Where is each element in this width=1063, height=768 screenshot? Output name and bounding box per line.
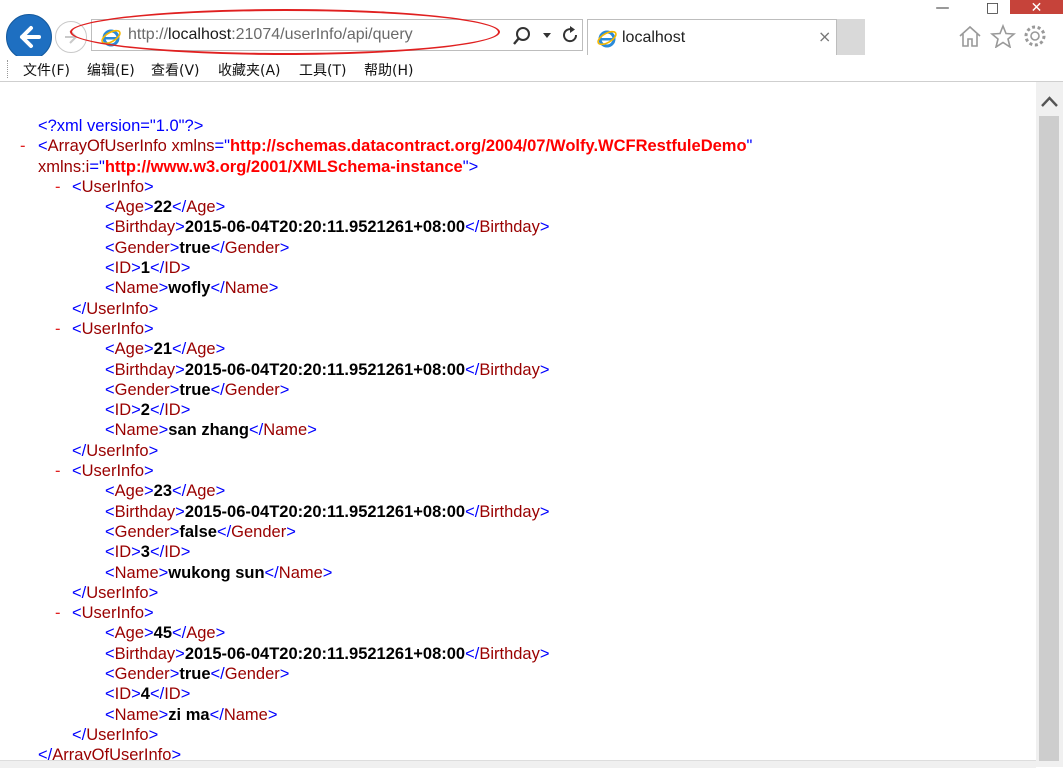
tab-close-icon[interactable]: × — [818, 27, 831, 46]
collapse-toggle[interactable]: - — [55, 177, 61, 197]
user-field-name: <Name>san zhang</Name> — [105, 421, 317, 440]
field-value: false — [179, 522, 217, 541]
scroll-thumb[interactable] — [1039, 116, 1059, 761]
field-value: wofly — [168, 279, 211, 298]
menu-help[interactable]: 帮助(H) — [364, 60, 413, 80]
user-field-id: <ID>2</ID> — [105, 401, 191, 420]
field-value: 45 — [153, 624, 172, 643]
scroll-up-arrow-icon[interactable] — [1036, 82, 1063, 116]
field-value: 21 — [153, 340, 172, 359]
user-field-id: <ID>3</ID> — [105, 543, 191, 562]
search-icon[interactable] — [512, 26, 532, 46]
xml-document-view: <?xml version="1.0"?> - <ArrayOfUserInfo… — [0, 82, 1036, 767]
menu-file[interactable]: 文件(F) — [23, 60, 70, 80]
field-value: wukong sun — [168, 563, 265, 582]
tab-ie-logo-icon — [597, 30, 617, 48]
dropdown-arrow-icon[interactable] — [542, 32, 552, 40]
menu-view[interactable]: 查看(V) — [151, 60, 200, 80]
field-value: true — [179, 665, 211, 684]
user-field-id: <ID>4</ID> — [105, 685, 191, 704]
tab-localhost[interactable]: localhost × — [587, 19, 837, 55]
userinfo-open-line: - <UserInfo> — [55, 603, 154, 623]
collapse-toggle[interactable]: - — [55, 319, 61, 339]
field-value: 3 — [140, 543, 150, 562]
user-field-age: <Age>22</Age> — [105, 198, 226, 217]
user-field-birthday: <Birthday>2015-06-04T20:20:11.9521261+08… — [105, 644, 550, 663]
field-value: 4 — [140, 685, 150, 704]
userinfo-close-line: </UserInfo> — [72, 441, 159, 460]
field-value: 2 — [140, 401, 150, 420]
user-field-id: <ID>1</ID> — [105, 259, 191, 278]
field-value: san zhang — [168, 421, 249, 440]
gear-icon[interactable] — [1022, 24, 1048, 48]
home-icon[interactable] — [957, 24, 983, 48]
field-value: 22 — [153, 198, 172, 217]
user-field-birthday: <Birthday>2015-06-04T20:20:11.9521261+08… — [105, 360, 550, 379]
field-value: 2015-06-04T20:20:11.9521261+08:00 — [184, 360, 466, 379]
xml-root-open-line: - <ArrayOfUserInfo xmlns="http://schemas… — [20, 136, 753, 156]
user-field-name: <Name>wofly</Name> — [105, 279, 279, 298]
back-button[interactable] — [6, 14, 52, 60]
collapse-toggle[interactable]: - — [55, 603, 61, 623]
userinfo-open-line: - <UserInfo> — [55, 461, 154, 481]
favorites-star-icon[interactable] — [990, 24, 1016, 48]
refresh-icon[interactable] — [560, 25, 580, 45]
url-highlight-ellipse — [70, 9, 500, 55]
collapse-toggle[interactable]: - — [55, 461, 61, 481]
collapse-toggle[interactable]: - — [20, 136, 26, 156]
user-field-birthday: <Birthday>2015-06-04T20:20:11.9521261+08… — [105, 502, 550, 521]
user-field-gender: <Gender>false</Gender> — [105, 522, 296, 541]
minimize-button[interactable]: — — [930, 0, 955, 16]
browser-titlebar: http://localhost:21074/userInfo/api/quer… — [0, 0, 1063, 60]
field-value: zi ma — [168, 705, 210, 724]
field-value: 2015-06-04T20:20:11.9521261+08:00 — [184, 502, 466, 521]
field-value: 1 — [140, 259, 150, 278]
user-field-gender: <Gender>true</Gender> — [105, 380, 290, 399]
user-field-gender: <Gender>true</Gender> — [105, 665, 290, 684]
xml-root-attr-line: xmlns:i="http://www.w3.org/2001/XMLSchem… — [38, 157, 479, 176]
xml-tree: <?xml version="1.0"?> - <ArrayOfUserInfo… — [0, 116, 752, 766]
close-window-button[interactable]: ✕ — [1010, 0, 1063, 16]
menu-edit[interactable]: 编辑(E) — [87, 60, 135, 80]
menu-favorites[interactable]: 收藏夹(A) — [218, 60, 281, 80]
menu-grip — [7, 60, 10, 78]
field-value: true — [179, 238, 211, 257]
userinfo-open-line: - <UserInfo> — [55, 177, 154, 197]
user-field-name: <Name>wukong sun</Name> — [105, 563, 333, 582]
maximize-button[interactable]: □ — [980, 0, 1005, 16]
userinfo-close-line: </UserInfo> — [72, 583, 159, 602]
field-value: true — [179, 380, 211, 399]
user-field-age: <Age>23</Age> — [105, 482, 226, 501]
back-arrow-icon — [20, 26, 41, 48]
user-field-age: <Age>21</Age> — [105, 340, 226, 359]
user-field-birthday: <Birthday>2015-06-04T20:20:11.9521261+08… — [105, 218, 550, 237]
users-container: - <UserInfo> <Age>22</Age> <Birthday>2015-0… — [0, 177, 752, 745]
vertical-scrollbar[interactable] — [1036, 82, 1063, 767]
userinfo-close-line: </UserInfo> — [72, 299, 159, 318]
tab-title: localhost — [622, 29, 686, 46]
field-value: 23 — [153, 482, 172, 501]
userinfo-open-line: - <UserInfo> — [55, 319, 154, 339]
user-field-gender: <Gender>true</Gender> — [105, 238, 290, 257]
userinfo-close-line: </UserInfo> — [72, 725, 159, 744]
user-field-age: <Age>45</Age> — [105, 624, 226, 643]
user-field-name: <Name>zi ma</Name> — [105, 705, 278, 724]
menu-tools[interactable]: 工具(T) — [299, 60, 346, 80]
xml-declaration: <?xml version="1.0"?> — [38, 117, 204, 135]
menu-bar: 文件(F) 编辑(E) 查看(V) 收藏夹(A) 工具(T) 帮助(H) — [0, 56, 1063, 82]
field-value: 2015-06-04T20:20:11.9521261+08:00 — [184, 644, 466, 663]
new-tab-button[interactable] — [837, 19, 865, 55]
field-value: 2015-06-04T20:20:11.9521261+08:00 — [184, 218, 466, 237]
